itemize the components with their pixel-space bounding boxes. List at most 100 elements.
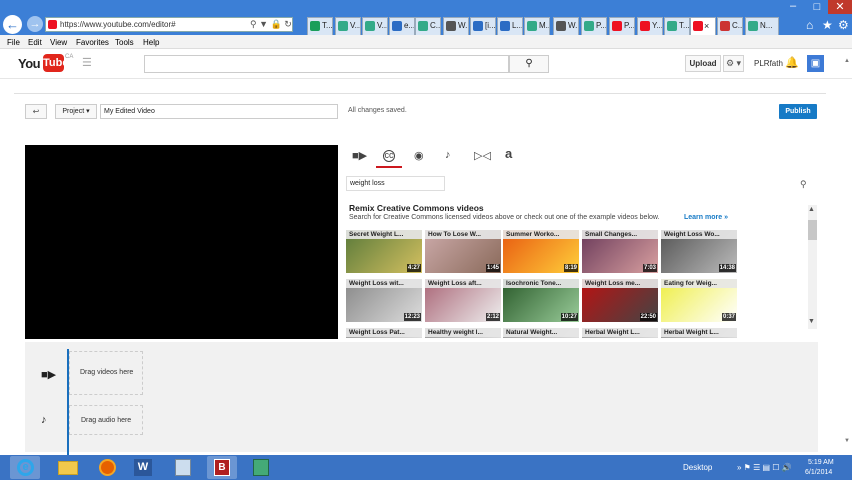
tab-favicon-icon (640, 21, 650, 31)
search-icon[interactable]: ⚲ (800, 179, 807, 190)
favorites-star-icon[interactable]: ★ (822, 18, 833, 32)
video-thumbnail[interactable]: Eating for Weig... 0:37 (661, 279, 737, 322)
menu-help[interactable]: Help (143, 37, 159, 48)
browser-tab[interactable]: N... (745, 17, 779, 35)
video-thumbnail[interactable]: Weight Loss me... 22:50 (582, 279, 658, 322)
close-tab-icon[interactable]: × (704, 18, 709, 34)
video-title: Summer Worko... (503, 230, 579, 239)
browser-tab[interactable]: P... (609, 17, 635, 35)
guide-menu-icon[interactable]: ☰ (82, 56, 92, 69)
photo-camera-icon[interactable]: ◉ (414, 149, 424, 162)
upload-button[interactable]: Upload (685, 55, 721, 72)
browser-tab[interactable]: V... (362, 17, 388, 35)
notifications-bell-icon[interactable]: 🔔 (785, 56, 799, 69)
video-thumbnail[interactable]: Weight Loss aft... 2:12 (425, 279, 501, 322)
forward-button[interactable]: → (27, 16, 43, 32)
browser-tab[interactable]: V... (335, 17, 361, 35)
publish-button[interactable]: Publish (779, 104, 817, 119)
browser-tab[interactable]: [i... (470, 17, 496, 35)
page-scroll-down-icon[interactable]: ▼ (844, 438, 850, 444)
project-dropdown[interactable]: Project ▾ (55, 104, 97, 119)
youtube-logo-text[interactable]: You (18, 56, 41, 71)
browser-tab[interactable]: M... (524, 17, 550, 35)
video-thumbnail[interactable]: Small Changes... 7:03 (582, 230, 658, 273)
notepad-icon[interactable] (168, 456, 198, 479)
undo-button[interactable]: ↩ (25, 104, 47, 119)
browser-tab[interactable]: e... (389, 17, 415, 35)
video-title-input[interactable]: My Edited Video (100, 104, 338, 119)
gear-icon[interactable]: ⚙ (838, 18, 849, 32)
tab-label: P... (624, 21, 635, 30)
back-button[interactable]: ← (3, 15, 22, 34)
tab-label: C... (732, 21, 743, 30)
playhead[interactable] (67, 349, 69, 455)
audio-drop-zone[interactable]: Drag audio here (69, 405, 143, 435)
video-duration: 1:45 (485, 264, 500, 272)
menu-favorites[interactable]: Favorites (76, 37, 109, 48)
video-thumbnail[interactable]: Weight Loss Wo... 14:38 (661, 230, 737, 273)
video-thumbnail[interactable]: Isochronic Tone... 10:27 (503, 279, 579, 322)
tab-favicon-icon (693, 21, 703, 31)
video-thumbnail[interactable]: Herbal Weight L... (582, 328, 658, 338)
project-label: Project (62, 108, 85, 115)
desktop-toolbar-label[interactable]: Desktop (683, 463, 712, 472)
camtasia-icon[interactable] (246, 456, 276, 479)
browser-tab[interactable]: W... (553, 17, 579, 35)
video-search-input[interactable]: weight loss (346, 176, 445, 191)
menu-edit[interactable]: Edit (28, 37, 42, 48)
scroll-down-icon[interactable]: ▼ (808, 318, 815, 325)
browser-tab[interactable]: Y... (637, 17, 663, 35)
scroll-up-icon[interactable]: ▲ (808, 206, 815, 213)
browser-tab[interactable]: C... (717, 17, 743, 35)
video-thumbnail[interactable]: Weight Loss Pat... (346, 328, 422, 338)
system-tray[interactable]: » ⚑ ☰ ▤ ☐ 🔊 (737, 463, 792, 472)
text-icon[interactable]: a (505, 146, 512, 161)
video-drop-zone[interactable]: Drag videos here (69, 351, 143, 395)
scrollbar-thumb[interactable] (808, 220, 817, 240)
menu-view[interactable]: View (50, 37, 67, 48)
video-preview[interactable] (25, 145, 338, 339)
maximize-button[interactable]: □ (806, 0, 828, 14)
home-icon[interactable]: ⌂ (806, 18, 813, 32)
search-button[interactable]: ⚲ (509, 55, 549, 73)
browser-tab[interactable]: W... (443, 17, 469, 35)
video-thumbnail[interactable]: Healthy weight l... (425, 328, 501, 338)
firefox-icon[interactable] (92, 456, 122, 479)
browser-tab[interactable]: L... (497, 17, 523, 35)
browser-tab[interactable]: T... (664, 17, 690, 35)
video-thumbnail[interactable]: Weight Loss wit... 12:23 (346, 279, 422, 322)
avatar[interactable]: ▣ (807, 55, 824, 72)
video-thumbnail[interactable]: How To Lose W... 1:45 (425, 230, 501, 273)
video-thumbnail[interactable]: Natural Weight... (503, 328, 579, 338)
clock-date[interactable]: 6/1/2014 (805, 469, 832, 476)
learn-more-link[interactable]: Learn more » (684, 214, 728, 221)
creative-commons-icon[interactable]: cc (383, 150, 395, 162)
browser-tab[interactable]: × (690, 17, 716, 35)
tab-label: M... (539, 21, 550, 30)
youtube-logo-badge[interactable]: Tube (43, 54, 68, 72)
word-icon[interactable]: W (128, 456, 158, 479)
clock-time[interactable]: 5:19 AM (808, 459, 834, 466)
settings-button[interactable]: ⚙ ▾ (723, 55, 744, 72)
file-explorer-icon[interactable] (52, 456, 82, 479)
music-note-icon[interactable]: ♪ (445, 149, 451, 161)
video-camera-icon[interactable]: ■▶ (352, 149, 367, 162)
close-window-button[interactable]: ✕ (828, 0, 852, 14)
search-input[interactable] (144, 55, 509, 73)
video-thumbnail[interactable]: Secret Weight L... 4:27 (346, 230, 422, 273)
app-b-icon[interactable]: B (207, 456, 237, 479)
username[interactable]: PLRfath (754, 59, 783, 68)
browser-tab[interactable]: C... (415, 17, 441, 35)
page-scroll-up-icon[interactable]: ▲ (844, 58, 850, 64)
internet-explorer-icon[interactable]: e (10, 456, 40, 479)
minimize-button[interactable]: – (782, 0, 804, 14)
browser-tab[interactable]: T... (307, 17, 333, 35)
transitions-icon[interactable]: ▷◁ (474, 149, 491, 162)
video-thumbnail[interactable]: Herbal Weight L... (661, 328, 737, 338)
address-bar-icons[interactable]: ⚲ ▼ 🔒 ↻ (250, 17, 292, 31)
video-thumbnail[interactable]: Summer Worko... 8:19 (503, 230, 579, 273)
menu-tools[interactable]: Tools (115, 37, 134, 48)
remix-description: Search for Creative Commons licensed vid… (349, 214, 660, 221)
menu-file[interactable]: File (7, 37, 20, 48)
browser-tab[interactable]: P... (581, 17, 607, 35)
